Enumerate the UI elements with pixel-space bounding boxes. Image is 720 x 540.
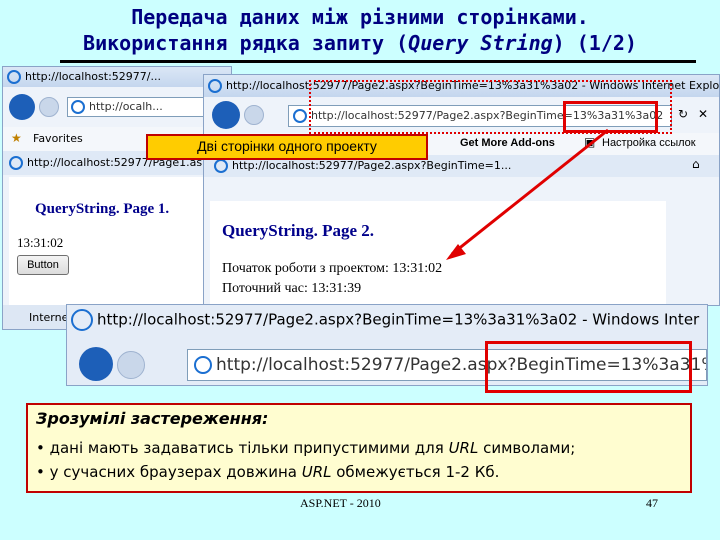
bullet2-prefix: • у сучасних браузерах довжина <box>36 463 302 481</box>
bullet1-prefix: • дані мають задаватись тільки припустим… <box>36 439 449 457</box>
red-arrow-line <box>451 128 609 256</box>
page-number: 47 <box>646 496 658 510</box>
footer-center: ASP.NET - 2010 <box>300 496 381 510</box>
bullet2-suffix: обмежується 1-2 Кб. <box>331 463 500 481</box>
bullet2-italic: URL <box>301 463 332 481</box>
bullet1-italic: URL <box>448 439 479 457</box>
note-box: Зрозумілі застереження: • дані мають зад… <box>26 403 692 493</box>
bullet1-suffix: символами; <box>478 439 576 457</box>
note-bullet-1: • дані мають задаватись тільки припустим… <box>36 439 575 457</box>
note-bullet-2: • у сучасних браузерах довжина URL обмеж… <box>36 463 499 481</box>
note-heading: Зрозумілі застереження: <box>36 409 269 428</box>
